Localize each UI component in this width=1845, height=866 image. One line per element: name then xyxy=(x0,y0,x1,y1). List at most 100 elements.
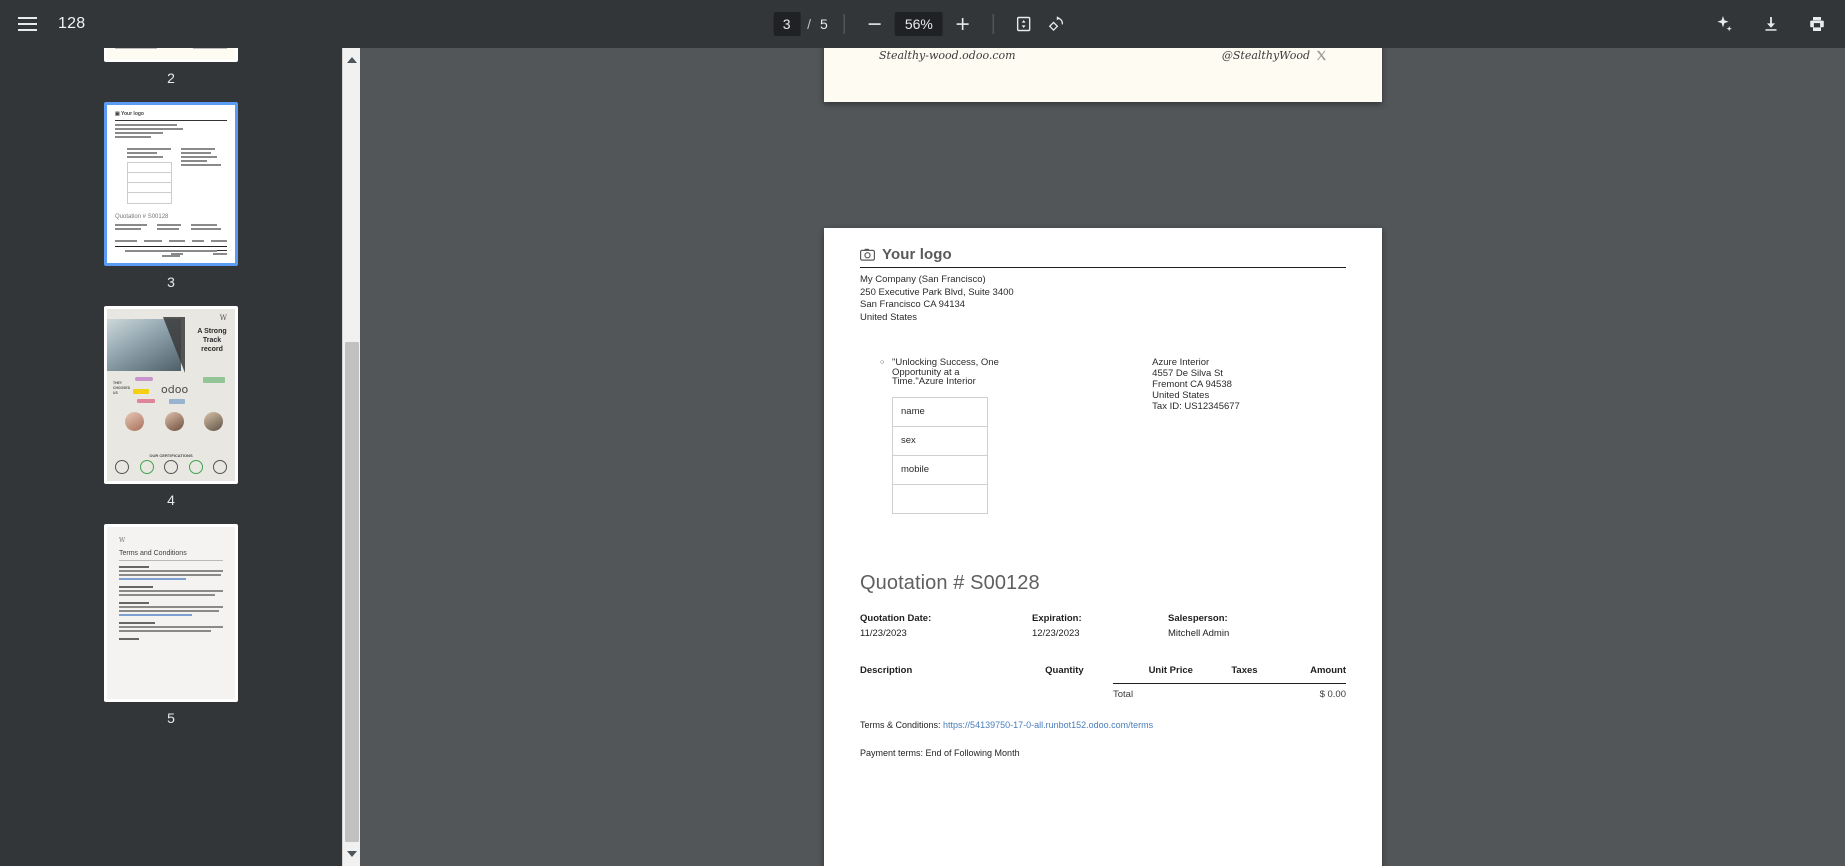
address-columns: "Unlocking Success, One Opportunity at a… xyxy=(860,358,1346,514)
order-lines-table: Description Quantity Unit Price Taxes Am… xyxy=(860,665,1346,683)
company-logo-row: Your logo xyxy=(860,246,1346,268)
thumb5-title: Terms and Conditions xyxy=(119,550,187,557)
thumbnail-page-3[interactable]: ▣ Your logo Quotation # S00128 xyxy=(104,102,238,266)
thumb4-logo-row-5 xyxy=(169,399,185,404)
customer-info-table: name sex mobile xyxy=(892,396,988,514)
thumbnail-item-5[interactable]: W Terms and Conditions 5 xyxy=(0,524,342,742)
thumb4-content: A Strong Track record W THEY CHOOSED US … xyxy=(107,309,235,481)
thumb3-col-right xyxy=(181,148,227,204)
thumb4-cert-badges xyxy=(115,460,227,474)
terms-and-conditions: Terms & Conditions: https://54139750-17-… xyxy=(860,720,1346,730)
thumb3-addr-1 xyxy=(115,124,177,126)
thumbnail-page-5[interactable]: W Terms and Conditions xyxy=(104,524,238,702)
cover-social: @StealthyWood xyxy=(1222,49,1327,62)
meta-quotation-date: Quotation Date: 11/23/2023 xyxy=(860,613,1032,639)
thumb3-meta-2 xyxy=(157,224,181,232)
totals-section: Total $ 0.00 xyxy=(860,682,1346,700)
hamburger-menu-icon[interactable] xyxy=(12,9,42,39)
payment-terms: Payment terms: End of Following Month xyxy=(860,747,1020,758)
table-row: name xyxy=(892,397,988,427)
thumbnail-label-4: 4 xyxy=(167,492,175,508)
total-value: $ 0.00 xyxy=(1319,688,1346,700)
thumb3-table-head xyxy=(115,240,227,244)
thumb3-info-table xyxy=(127,162,172,204)
meta-quotation-date-label: Quotation Date: xyxy=(860,612,932,624)
thumb4-avatar-2 xyxy=(165,412,184,431)
thumb3-meta-3 xyxy=(191,224,227,232)
thumbnail-label-3: 3 xyxy=(167,274,175,290)
thumb3-tag-3 xyxy=(127,156,163,158)
thumb3-addr-2 xyxy=(115,128,183,130)
meta-quotation-date-value: 11/23/2023 xyxy=(860,627,907,639)
pdf-page-3: Your logo My Company (San Francisco) 250… xyxy=(824,228,1382,866)
thumbnail-item-3[interactable]: ▣ Your logo Quotation # S00128 3 xyxy=(0,102,342,306)
zoom-out-button[interactable] xyxy=(861,10,889,38)
download-button[interactable] xyxy=(1757,10,1785,38)
info-cell-name: name xyxy=(892,397,988,427)
thumb3-rule xyxy=(115,120,227,121)
zoom-level-value[interactable]: 56% xyxy=(894,12,943,36)
thumb3-p-2 xyxy=(181,152,211,154)
partner-column: Azure Interior 4557 De Silva St Fremont … xyxy=(1132,358,1346,513)
thumb4-avatar-3 xyxy=(204,412,223,431)
thumb3-meta-row xyxy=(115,224,227,232)
thumbnail-item-2[interactable]: 2 xyxy=(0,48,342,102)
meta-salesperson-value: Mitchell Admin xyxy=(1168,627,1230,639)
scrollbar-thumb[interactable] xyxy=(345,342,359,842)
thumb3-terms-line xyxy=(115,265,199,266)
tagline-column: "Unlocking Success, One Opportunity at a… xyxy=(860,358,1132,514)
pdf-page-2: Stealthy-wood.odoo.com @StealthyWood xyxy=(824,48,1382,102)
company-name: My Company (San Francisco) xyxy=(860,274,986,285)
thumbnail-item-4[interactable]: A Strong Track record W THEY CHOOSED US … xyxy=(0,306,342,524)
fit-to-page-button[interactable] xyxy=(1010,10,1038,38)
info-cell-sex: sex xyxy=(892,426,988,456)
total-label: Total xyxy=(1113,688,1134,700)
scroll-down-arrow-icon[interactable] xyxy=(343,845,361,863)
thumb2-caption-row xyxy=(107,48,235,49)
zoom-in-button[interactable] xyxy=(949,10,977,38)
thumb4-logo-row-4 xyxy=(137,399,155,403)
thumb4-certifications-label: OUR CERTIFICATIONS xyxy=(149,453,193,458)
thumb4-brand-logo: odoo xyxy=(161,383,189,396)
quotation-meta-row: Quotation Date: 11/23/2023 Expiration: 1… xyxy=(860,613,1346,639)
thumbnail-page-2[interactable] xyxy=(104,48,238,62)
document-title: 128 xyxy=(58,15,86,32)
page-number-input[interactable] xyxy=(773,12,801,36)
thumb4-avatar-1 xyxy=(125,412,144,431)
company-city: San Francisco CA 94134 xyxy=(860,299,966,311)
minus-icon xyxy=(868,23,881,25)
ai-assistant-button[interactable] xyxy=(1711,10,1739,38)
tagline-line-3: Time."Azure Interior xyxy=(892,376,976,388)
column-taxes: Taxes xyxy=(1231,664,1258,676)
thumb3-tag-2 xyxy=(127,152,157,154)
thumb3-logo: ▣ Your logo xyxy=(115,111,144,117)
thumb3-p-3 xyxy=(181,156,217,158)
thumb5-content: W Terms and Conditions xyxy=(107,527,235,699)
company-country: United States xyxy=(860,311,918,323)
company-address-block: My Company (San Francisco) 250 Executive… xyxy=(860,274,1346,324)
meta-expiration-label: Expiration: xyxy=(1032,612,1082,624)
print-button[interactable] xyxy=(1803,10,1831,38)
sidebar-scrollbar[interactable] xyxy=(342,48,360,866)
thumb4-logo-row-2 xyxy=(133,389,149,394)
meta-salesperson: Salesperson: Mitchell Admin xyxy=(1168,613,1229,639)
thumb4-logo-row-3 xyxy=(203,377,225,383)
rotate-icon xyxy=(1049,16,1064,32)
pdf-page-viewer[interactable]: Stealthy-wood.odoo.com @StealthyWood You… xyxy=(361,48,1845,866)
rotate-button[interactable] xyxy=(1044,10,1072,38)
thumb3-content: ▣ Your logo Quotation # S00128 xyxy=(107,105,235,263)
thumb4-diagonal xyxy=(163,317,185,373)
scroll-up-arrow-icon[interactable] xyxy=(343,51,361,69)
thumbnail-page-4[interactable]: A Strong Track record W THEY CHOOSED US … xyxy=(104,306,238,484)
toolbar-center-group: / 5 56% xyxy=(773,10,1072,38)
page-title: Quotation # S00128 xyxy=(860,571,1040,594)
logo-placeholder-text: Your logo xyxy=(882,246,952,263)
table-header-row: Description Quantity Unit Price Taxes Am… xyxy=(860,665,1346,683)
fit-to-page-icon xyxy=(1017,16,1031,32)
terms-label: Terms & Conditions: xyxy=(860,719,941,730)
terms-link[interactable]: https://54139750-17-0-all.runbot152.odoo… xyxy=(943,720,1153,730)
total-row: Total $ 0.00 xyxy=(1113,682,1346,700)
company-street: 250 Executive Park Blvd, Suite 3400 xyxy=(860,286,1014,298)
partner-tax-id: Tax ID: US12345677 xyxy=(1152,400,1240,412)
thumb3-addr-3 xyxy=(115,132,163,134)
